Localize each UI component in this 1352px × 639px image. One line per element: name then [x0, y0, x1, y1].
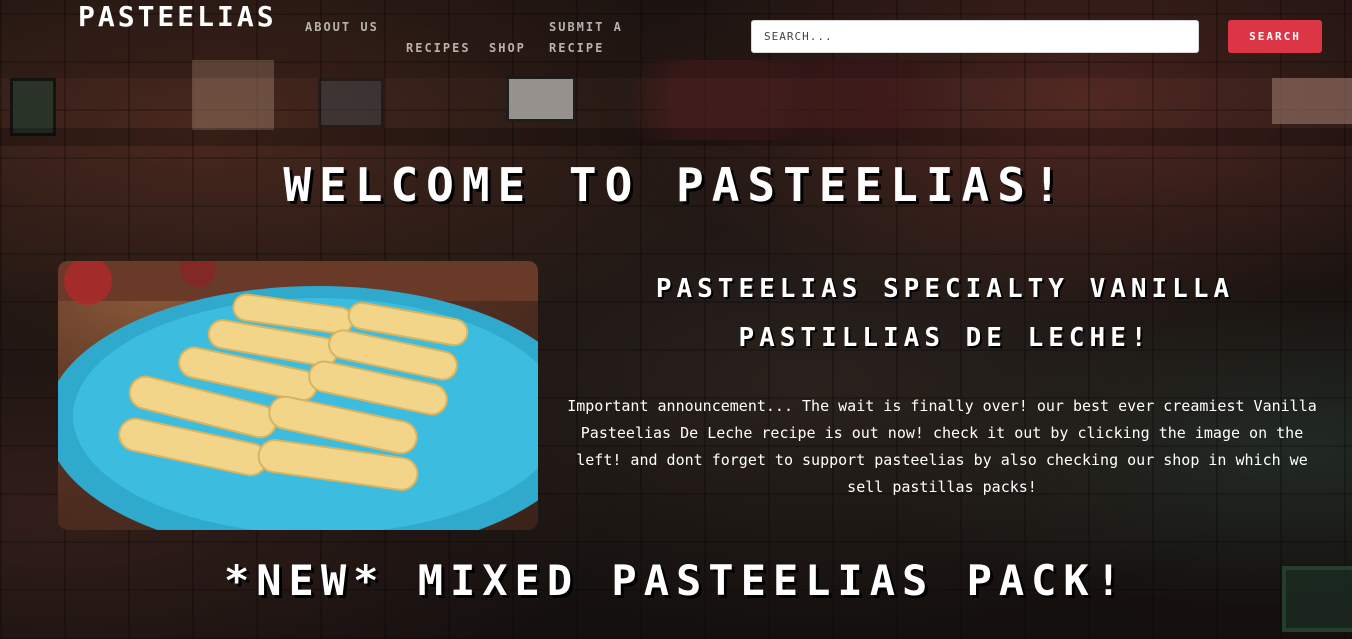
search-button[interactable]: SEARCH: [1228, 20, 1322, 53]
announcement-text: Important announcement... The wait is fi…: [567, 397, 1317, 496]
pastillas-plate-illustration: [58, 261, 538, 530]
nav-link-recipes[interactable]: RECIPES: [406, 38, 471, 59]
welcome-heading: WELCOME TO PASTEELIAS!: [283, 158, 1069, 212]
nav-link-shop[interactable]: SHOP: [489, 38, 526, 59]
brand-logo[interactable]: PASTEELIAS: [78, 0, 277, 33]
featured-recipe-image[interactable]: [58, 261, 538, 530]
new-pack-heading: *NEW* MIXED PASTEELIAS PACK!: [223, 556, 1128, 605]
nav-link-submit-recipe[interactable]: SUBMIT A RECIPE: [549, 17, 649, 59]
nav-link-about-us[interactable]: ABOUT US: [305, 17, 385, 38]
featured-product-title: PASTEELIAS SPECIALTY VANILLA PASTILLIAS …: [655, 274, 1235, 353]
search-input[interactable]: [751, 20, 1199, 53]
content-band: [0, 128, 1352, 146]
